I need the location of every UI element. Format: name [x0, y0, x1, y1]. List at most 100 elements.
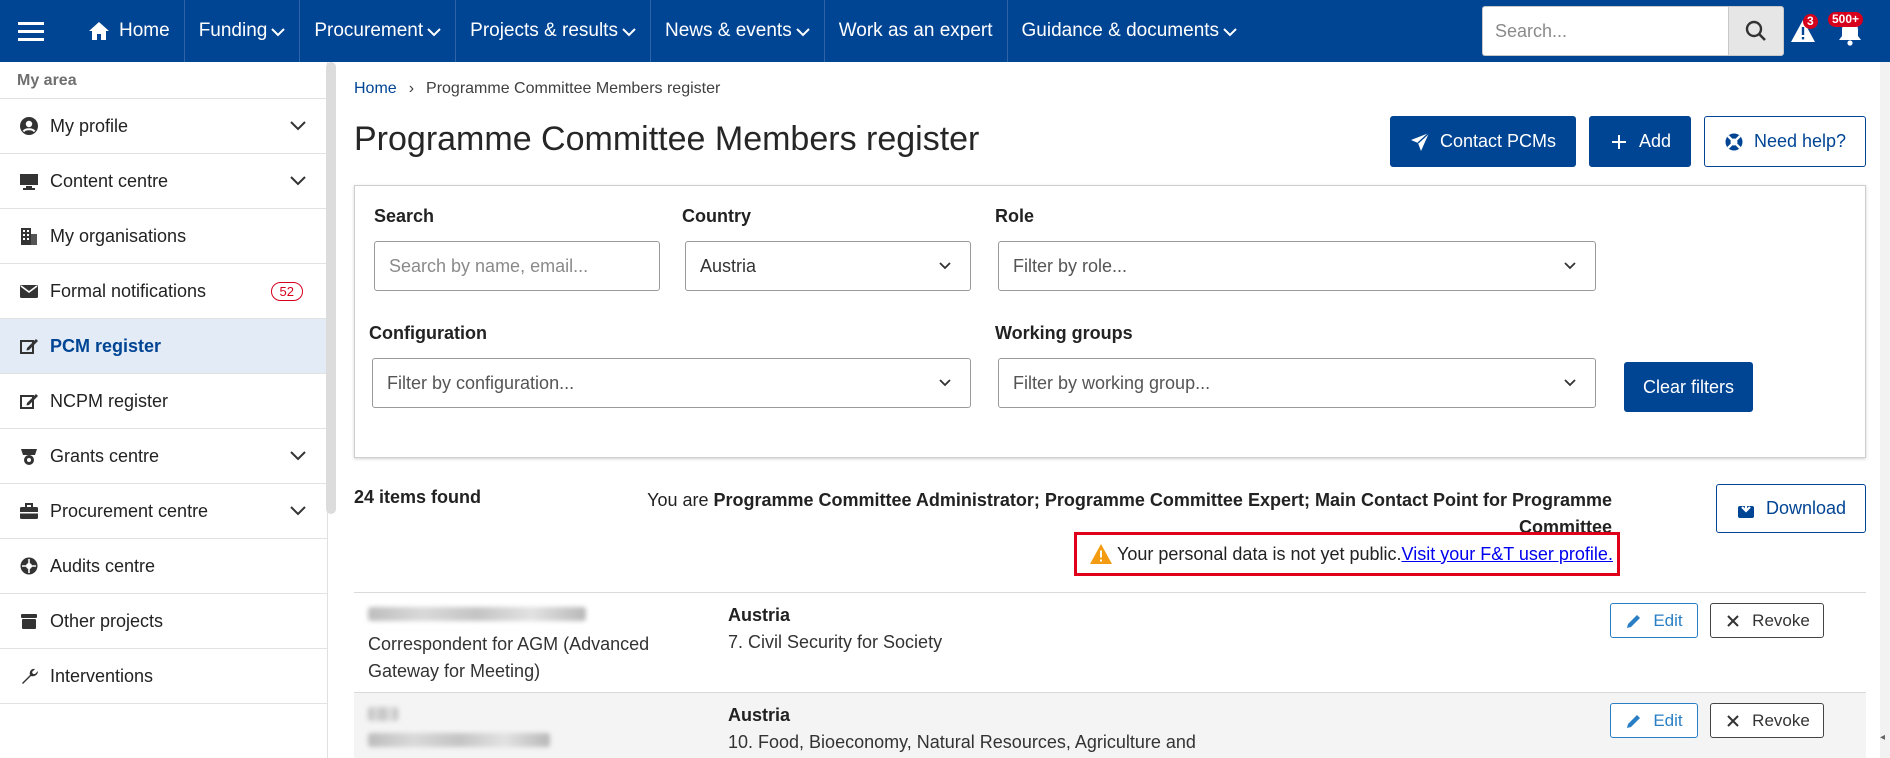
chevron-down-icon: [271, 28, 286, 37]
contact-pcms-button[interactable]: Contact PCMs: [1390, 116, 1576, 167]
chevron-down-icon: [939, 262, 951, 270]
page-scrollbar[interactable]: ◂: [1880, 62, 1890, 758]
sidebar-item-my-profile[interactable]: My profile: [0, 99, 327, 154]
scroll-arrow-icon: ◂: [1880, 732, 1886, 743]
edit-label: Edit: [1653, 610, 1683, 630]
role-prefix: You are: [647, 490, 714, 510]
hamburger-icon: [18, 22, 44, 41]
top-navbar: Home Funding Procurement Projects & resu…: [0, 0, 1890, 62]
table-row: Austria 10. Food, Bioeconomy, Natural Re…: [354, 692, 1866, 758]
global-search-button[interactable]: [1728, 6, 1784, 56]
role-select[interactable]: Filter by role...: [998, 241, 1596, 291]
member-group: 7. Civil Security for Society: [728, 632, 943, 652]
sidebar-item-audits-centre[interactable]: Audits centre: [0, 539, 327, 594]
sidebar-title: My area: [0, 62, 327, 99]
sidebar-item-grants-centre[interactable]: Grants centre: [0, 429, 327, 484]
nav-projects-results[interactable]: Projects & results: [456, 0, 651, 62]
envelope-icon: [20, 285, 38, 298]
role-select-placeholder: Filter by role...: [1013, 255, 1128, 276]
sidebar-item-label: My profile: [50, 115, 129, 136]
country-select[interactable]: Austria: [685, 241, 971, 291]
sidebar-scrollbar[interactable]: [326, 62, 336, 514]
add-button[interactable]: Add: [1589, 116, 1691, 167]
edit-square-icon: [20, 339, 38, 354]
sidebar-item-label: My organisations: [50, 225, 187, 246]
nav-news-events[interactable]: News & events: [651, 0, 825, 62]
chevron-down-icon: [1564, 379, 1576, 387]
table-row: Correspondent for AGM (Advanced Gateway …: [354, 592, 1866, 692]
search-icon: [1745, 20, 1766, 41]
results-count: 24 items found: [354, 487, 482, 507]
member-name-redacted: [368, 707, 398, 726]
nav-guidance-documents[interactable]: Guidance & documents: [1008, 0, 1252, 62]
member-group: 10. Food, Bioeconomy, Natural Resources,…: [728, 732, 1196, 752]
nav-home[interactable]: Home: [62, 0, 185, 62]
contact-pcms-label: Contact PCMs: [1439, 131, 1557, 151]
sidebar-item-procurement-centre[interactable]: Procurement centre: [0, 484, 327, 539]
warning-text: Your personal data is not yet public.: [1117, 543, 1402, 564]
sidebar-item-interventions[interactable]: Interventions: [0, 649, 327, 704]
main-content: Home › Programme Committee Members regis…: [354, 62, 1866, 758]
nav-work-as-expert[interactable]: Work as an expert: [825, 0, 1008, 62]
send-icon: [1410, 131, 1430, 151]
download-button[interactable]: Download: [1716, 484, 1866, 533]
edit-button[interactable]: Edit: [1610, 603, 1698, 638]
sidebar-item-other-projects[interactable]: Other projects: [0, 594, 327, 649]
monitor-icon: [20, 174, 38, 190]
country-select-value: Austria: [700, 255, 757, 276]
need-help-button[interactable]: Need help?: [1704, 116, 1866, 167]
working-groups-select[interactable]: Filter by working group...: [998, 358, 1596, 408]
pencil-icon: [1627, 614, 1641, 628]
sidebar-item-label: Interventions: [50, 665, 154, 686]
nav-label: Work as an expert: [838, 20, 993, 41]
edit-button[interactable]: Edit: [1610, 703, 1698, 738]
briefcase-icon: [20, 503, 38, 519]
audit-icon: [20, 557, 38, 575]
member-role: Correspondent for AGM (Advanced Gateway …: [368, 634, 650, 681]
configuration-select[interactable]: Filter by configuration...: [372, 358, 971, 408]
global-search-input[interactable]: [1482, 6, 1728, 56]
sidebar-item-pcm-register[interactable]: PCM register: [0, 319, 327, 374]
global-search: [1482, 6, 1784, 56]
breadcrumb-home[interactable]: Home: [354, 80, 397, 98]
nav-funding[interactable]: Funding: [185, 0, 301, 62]
sidebar-item-ncpm-register[interactable]: NCPM register: [0, 374, 327, 429]
clear-filters-button[interactable]: Clear filters: [1624, 362, 1753, 412]
search-filter-input[interactable]: [374, 241, 660, 291]
chevron-down-icon: [1564, 262, 1576, 270]
notifications-button[interactable]: 500+: [1828, 12, 1864, 46]
search-filter-label: Search: [374, 206, 435, 226]
nav-label: Guidance & documents: [1021, 20, 1220, 41]
menu-icon[interactable]: [0, 0, 62, 62]
revoke-button[interactable]: Revoke: [1710, 603, 1824, 638]
member-country: Austria: [728, 605, 791, 625]
configuration-filter-label: Configuration: [369, 323, 487, 343]
home-icon: [89, 22, 109, 40]
sidebar-item-label: Grants centre: [50, 445, 160, 466]
sidebar-item-my-organisations[interactable]: My organisations: [0, 209, 327, 264]
personal-data-warning: Your personal data is not yet public. Vis…: [1074, 532, 1620, 576]
sidebar-item-label: Procurement centre: [50, 500, 209, 521]
alerts-button[interactable]: 3: [1790, 14, 1818, 44]
revoke-label: Revoke: [1752, 710, 1810, 730]
grants-icon: [21, 449, 37, 465]
sidebar-item-content-centre[interactable]: Content centre: [0, 154, 327, 209]
download-label: Download: [1765, 498, 1847, 518]
chevron-down-icon: [622, 28, 636, 37]
revoke-button[interactable]: Revoke: [1710, 703, 1824, 738]
archive-icon: [21, 614, 37, 629]
revoke-label: Revoke: [1752, 610, 1810, 630]
nav-procurement[interactable]: Procurement: [300, 0, 457, 62]
warning-icon: [1090, 544, 1112, 564]
member-country: Austria: [728, 705, 791, 725]
visit-profile-link[interactable]: Visit your F&T user profile.: [1402, 544, 1613, 565]
chevron-down-icon: [290, 176, 306, 186]
notifications-count-badge: 52: [270, 281, 303, 301]
sidebar-item-formal-notifications[interactable]: Formal notifications 52: [0, 264, 327, 319]
sidebar: My area My profile Content centre My org…: [0, 62, 328, 758]
main-nav: Home Funding Procurement Projects & resu…: [62, 0, 1251, 62]
role-names-line1: Programme Committee Administrator; Progr…: [713, 490, 1613, 510]
member-email-redacted: [368, 733, 550, 752]
user-circle-icon: [20, 117, 38, 135]
sidebar-item-label: Content centre: [50, 170, 169, 191]
